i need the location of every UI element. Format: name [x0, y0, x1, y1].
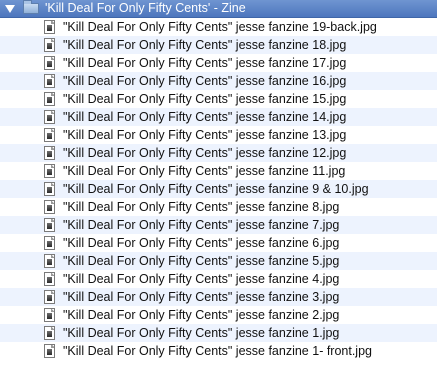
jpeg-file-icon: [44, 308, 55, 322]
jpeg-file-icon: [44, 182, 55, 196]
jpeg-file-icon: [44, 110, 55, 124]
file-name: "Kill Deal For Only Fifty Cents" jesse f…: [63, 200, 340, 214]
file-row[interactable]: "Kill Deal For Only Fifty Cents" jesse f…: [0, 216, 437, 234]
file-row[interactable]: "Kill Deal For Only Fifty Cents" jesse f…: [0, 306, 437, 324]
file-name: "Kill Deal For Only Fifty Cents" jesse f…: [63, 308, 340, 322]
file-name: "Kill Deal For Only Fifty Cents" jesse f…: [63, 182, 369, 196]
file-row[interactable]: "Kill Deal For Only Fifty Cents" jesse f…: [0, 126, 437, 144]
file-name: "Kill Deal For Only Fifty Cents" jesse f…: [63, 290, 340, 304]
folder-icon: [23, 0, 39, 14]
file-row[interactable]: "Kill Deal For Only Fifty Cents" jesse f…: [0, 36, 437, 54]
jpeg-file-icon: [44, 326, 55, 340]
file-row[interactable]: "Kill Deal For Only Fifty Cents" jesse f…: [0, 342, 437, 360]
jpeg-file-icon: [44, 92, 55, 106]
file-list: 'Kill Deal For Only Fifty Cents' - Zine …: [0, 0, 437, 379]
jpeg-file-icon: [44, 254, 55, 268]
jpeg-file-icon: [44, 74, 55, 88]
file-rows: "Kill Deal For Only Fifty Cents" jesse f…: [0, 18, 437, 360]
file-name: "Kill Deal For Only Fifty Cents" jesse f…: [63, 20, 377, 34]
file-name: "Kill Deal For Only Fifty Cents" jesse f…: [63, 128, 347, 142]
file-row[interactable]: "Kill Deal For Only Fifty Cents" jesse f…: [0, 108, 437, 126]
file-row[interactable]: "Kill Deal For Only Fifty Cents" jesse f…: [0, 234, 437, 252]
jpeg-file-icon: [44, 56, 55, 70]
file-name: "Kill Deal For Only Fifty Cents" jesse f…: [63, 56, 347, 70]
jpeg-file-icon: [44, 218, 55, 232]
jpeg-file-icon: [44, 272, 55, 286]
file-row[interactable]: "Kill Deal For Only Fifty Cents" jesse f…: [0, 180, 437, 198]
file-row[interactable]: "Kill Deal For Only Fifty Cents" jesse f…: [0, 198, 437, 216]
jpeg-file-icon: [44, 146, 55, 160]
file-row[interactable]: "Kill Deal For Only Fifty Cents" jesse f…: [0, 252, 437, 270]
file-row[interactable]: "Kill Deal For Only Fifty Cents" jesse f…: [0, 324, 437, 342]
jpeg-file-icon: [44, 128, 55, 142]
file-row[interactable]: "Kill Deal For Only Fifty Cents" jesse f…: [0, 54, 437, 72]
disclosure-triangle-icon[interactable]: [5, 5, 15, 13]
file-name: "Kill Deal For Only Fifty Cents" jesse f…: [63, 38, 347, 52]
file-row[interactable]: "Kill Deal For Only Fifty Cents" jesse f…: [0, 270, 437, 288]
file-name: "Kill Deal For Only Fifty Cents" jesse f…: [63, 218, 340, 232]
folder-name: 'Kill Deal For Only Fifty Cents' - Zine: [45, 1, 246, 15]
file-name: "Kill Deal For Only Fifty Cents" jesse f…: [63, 272, 340, 286]
file-row[interactable]: "Kill Deal For Only Fifty Cents" jesse f…: [0, 18, 437, 36]
jpeg-file-icon: [44, 200, 55, 214]
file-name: "Kill Deal For Only Fifty Cents" jesse f…: [63, 344, 372, 358]
folder-row[interactable]: 'Kill Deal For Only Fifty Cents' - Zine: [0, 0, 437, 18]
file-name: "Kill Deal For Only Fifty Cents" jesse f…: [63, 254, 340, 268]
jpeg-file-icon: [44, 164, 55, 178]
jpeg-file-icon: [44, 38, 55, 52]
file-name: "Kill Deal For Only Fifty Cents" jesse f…: [63, 326, 340, 340]
file-name: "Kill Deal For Only Fifty Cents" jesse f…: [63, 110, 347, 124]
jpeg-file-icon: [44, 236, 55, 250]
file-row[interactable]: "Kill Deal For Only Fifty Cents" jesse f…: [0, 72, 437, 90]
file-name: "Kill Deal For Only Fifty Cents" jesse f…: [63, 146, 347, 160]
file-name: "Kill Deal For Only Fifty Cents" jesse f…: [63, 236, 340, 250]
file-row[interactable]: "Kill Deal For Only Fifty Cents" jesse f…: [0, 288, 437, 306]
file-row[interactable]: "Kill Deal For Only Fifty Cents" jesse f…: [0, 144, 437, 162]
file-row[interactable]: "Kill Deal For Only Fifty Cents" jesse f…: [0, 162, 437, 180]
jpeg-file-icon: [44, 290, 55, 304]
jpeg-file-icon: [44, 20, 55, 34]
file-name: "Kill Deal For Only Fifty Cents" jesse f…: [63, 74, 347, 88]
file-name: "Kill Deal For Only Fifty Cents" jesse f…: [63, 164, 346, 178]
file-name: "Kill Deal For Only Fifty Cents" jesse f…: [63, 92, 347, 106]
jpeg-file-icon: [44, 344, 55, 358]
file-row[interactable]: "Kill Deal For Only Fifty Cents" jesse f…: [0, 90, 437, 108]
